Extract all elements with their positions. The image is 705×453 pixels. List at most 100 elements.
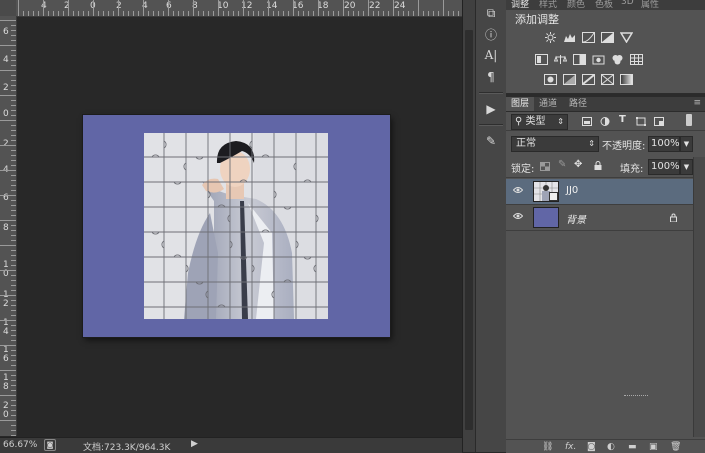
gradient-map-icon[interactable] — [620, 74, 633, 85]
trash-icon[interactable]: 🗑 — [670, 442, 681, 452]
history-icon[interactable]: ⧉ — [481, 4, 501, 22]
ruler-tick — [318, 0, 319, 16]
ruler-tick — [38, 11, 39, 16]
layer-name[interactable]: JJ0 — [566, 185, 578, 196]
ruler-tick — [11, 275, 16, 276]
photo-filter-icon[interactable] — [592, 54, 605, 65]
ruler-tick — [11, 375, 16, 376]
canvas-vertical-scrollbar[interactable] — [462, 0, 475, 452]
fx-icon[interactable]: fx. — [565, 442, 576, 452]
character-icon[interactable]: A| — [481, 46, 501, 64]
paragraph-icon[interactable]: ¶ — [481, 68, 501, 86]
tab-properties[interactable]: 属性 — [641, 0, 659, 10]
color-lookup-icon[interactable] — [630, 54, 643, 65]
ruler-tick — [388, 11, 389, 16]
adjustment-filter-icon[interactable] — [600, 117, 610, 126]
vertical-ruler[interactable]: 642024681 01 21 41 61 82 0 — [0, 16, 17, 436]
black-white-icon[interactable] — [573, 54, 586, 65]
selective-color-icon[interactable] — [601, 74, 614, 85]
ruler-tick — [378, 11, 379, 16]
lock-transparent-icon[interactable] — [540, 162, 550, 171]
vibrance-icon[interactable] — [620, 32, 633, 43]
opacity-input[interactable]: 100% — [648, 136, 680, 152]
ruler-tick — [143, 0, 144, 16]
ruler-tick-label: 6 — [3, 27, 9, 37]
threshold-icon[interactable] — [582, 74, 595, 85]
group-icon[interactable]: ▬ — [628, 442, 637, 452]
ruler-origin[interactable] — [0, 0, 16, 16]
ruler-tick — [448, 11, 449, 16]
curves-icon[interactable] — [582, 32, 595, 43]
opacity-dropdown-icon[interactable]: ▼ — [680, 136, 693, 152]
brightness-icon[interactable] — [544, 32, 557, 43]
actions-play-icon[interactable]: ▶ — [481, 100, 501, 118]
tab-layers[interactable]: 图层 — [506, 97, 535, 111]
lock-position-icon[interactable]: ✥ — [574, 159, 582, 170]
ruler-tick — [11, 385, 16, 386]
color-balance-icon[interactable] — [554, 54, 567, 65]
tab-paths[interactable]: 路径 — [564, 97, 592, 111]
tab-swatches[interactable]: 色板 — [595, 0, 613, 10]
shape-filter-icon[interactable] — [636, 117, 646, 126]
tab-color[interactable]: 颜色 — [567, 0, 585, 10]
mask-icon[interactable]: ◙ — [587, 442, 596, 452]
filter-kind-value: 类型 — [525, 116, 546, 127]
horizontal-ruler[interactable]: 642024681012141618202224 — [0, 0, 462, 17]
ruler-tick — [11, 340, 16, 341]
link-icon[interactable]: ⛓ — [542, 442, 553, 452]
filter-kind-select[interactable]: ⚲ 类型 ⇕ — [511, 114, 568, 130]
ruler-tick — [11, 355, 16, 356]
ruler-tick — [11, 165, 16, 166]
tab-styles[interactable]: 样式 — [539, 0, 557, 10]
ruler-tick — [11, 315, 16, 316]
tool-presets-icon[interactable]: ✎ — [481, 132, 501, 150]
ruler-tick — [53, 11, 54, 16]
posterize-icon[interactable] — [563, 74, 576, 85]
hue-saturation-icon[interactable] — [535, 54, 548, 65]
ruler-tick — [298, 11, 299, 16]
tab-channels[interactable]: 通道 — [534, 97, 562, 111]
levels-icon[interactable] — [563, 32, 576, 43]
status-arrow-icon[interactable]: ▶ — [191, 439, 198, 449]
info-icon[interactable]: ⓘ — [481, 26, 501, 44]
pixel-filter-icon[interactable] — [582, 117, 592, 126]
lock-all-icon[interactable] — [593, 161, 603, 170]
ruler-tick — [11, 40, 16, 41]
visibility-eye-icon[interactable] — [513, 186, 523, 194]
invert-icon[interactable] — [544, 74, 557, 85]
layer-name[interactable]: 背景 — [566, 211, 586, 226]
document-canvas[interactable] — [83, 115, 390, 337]
layers-panel: 图层 通道 路径 ≡ ⚲ 类型 ⇕ T 正常 ⇕ 不透明度: 100% ▼ 锁定… — [506, 97, 705, 453]
visibility-eye-icon[interactable] — [513, 212, 523, 220]
blend-mode-select[interactable]: 正常 ⇕ — [511, 136, 599, 152]
zoom-level[interactable]: 66.67% — [3, 440, 37, 450]
layer-thumbnail — [533, 181, 559, 202]
new-layer-icon[interactable]: ▣ — [649, 442, 658, 452]
lock-pixels-icon[interactable]: ✎ — [558, 159, 566, 170]
ruler-tick — [383, 11, 384, 16]
ruler-tick — [0, 295, 16, 296]
ruler-tick — [128, 11, 129, 16]
exposure-icon[interactable] — [601, 32, 614, 43]
layer-row-background[interactable]: 背景 — [506, 205, 693, 231]
ruler-tick — [0, 45, 16, 46]
zoom-menu-icon[interactable]: ◙ — [44, 439, 56, 451]
type-filter-icon[interactable]: T — [619, 114, 626, 125]
ruler-tick — [11, 335, 16, 336]
layer-row-jj0[interactable]: JJ0 — [506, 179, 693, 205]
layers-scrollbar[interactable] — [693, 157, 705, 437]
adjustment-icon[interactable]: ◐ — [607, 442, 615, 452]
ruler-tick — [11, 415, 16, 416]
filter-toggle-switch[interactable] — [686, 114, 692, 126]
tab-3d[interactable]: 3D — [621, 0, 634, 7]
fill-dropdown-icon[interactable]: ▼ — [680, 159, 693, 175]
ruler-tick — [273, 11, 274, 16]
ruler-tick — [203, 11, 204, 16]
panel-menu-icon[interactable]: ≡ — [693, 98, 701, 108]
smart-object-filter-icon[interactable] — [654, 117, 664, 126]
channel-mixer-icon[interactable] — [611, 54, 624, 65]
ruler-tick — [11, 210, 16, 211]
tab-adjustments[interactable]: 调整 — [511, 0, 529, 10]
ruler-tick — [11, 115, 16, 116]
fill-input[interactable]: 100% — [648, 159, 680, 175]
